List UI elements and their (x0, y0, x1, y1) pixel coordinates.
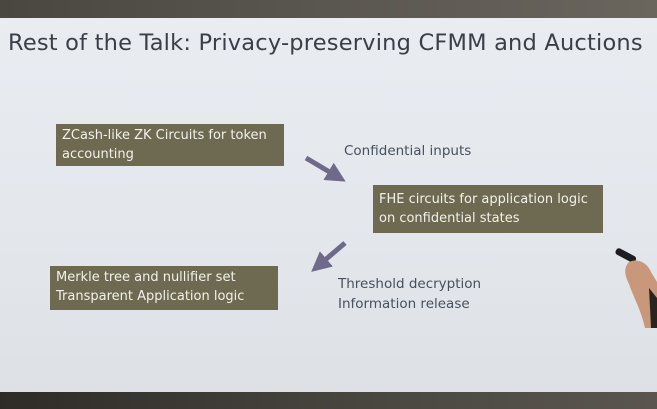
zk-circuits-line-2: accounting (62, 147, 134, 162)
presenter-hand-with-clicker (615, 248, 657, 328)
slide-title: Rest of the Talk: Privacy-preserving CFM… (8, 30, 643, 56)
fhe-circuits-line-1: FHE circuits for application logic (379, 192, 588, 207)
fhe-circuits-line-2: on confidential states (379, 211, 520, 226)
merkle-tree-line-1: Merkle tree and nullifier set (56, 270, 236, 285)
zk-circuits-line-1: ZCash-like ZK Circuits for token (62, 128, 267, 143)
threshold-decryption-label: Threshold decryption Information release (338, 274, 481, 314)
threshold-decryption-text: Threshold decryption (338, 276, 482, 292)
confidential-inputs-label: Confidential inputs (344, 141, 471, 161)
room-top-edge (0, 0, 657, 18)
zk-circuits-box: ZCash-like ZK Circuits for token account… (56, 124, 284, 166)
fhe-circuits-box: FHE circuits for application logic on co… (373, 185, 603, 233)
room-bottom-edge (0, 392, 657, 409)
merkle-tree-line-2: Transparent Application logic (56, 289, 245, 304)
merkle-tree-box: Merkle tree and nullifier set Transparen… (50, 266, 278, 310)
confidential-inputs-text: Confidential inputs (344, 143, 472, 159)
information-release-text: Information release (338, 296, 470, 312)
